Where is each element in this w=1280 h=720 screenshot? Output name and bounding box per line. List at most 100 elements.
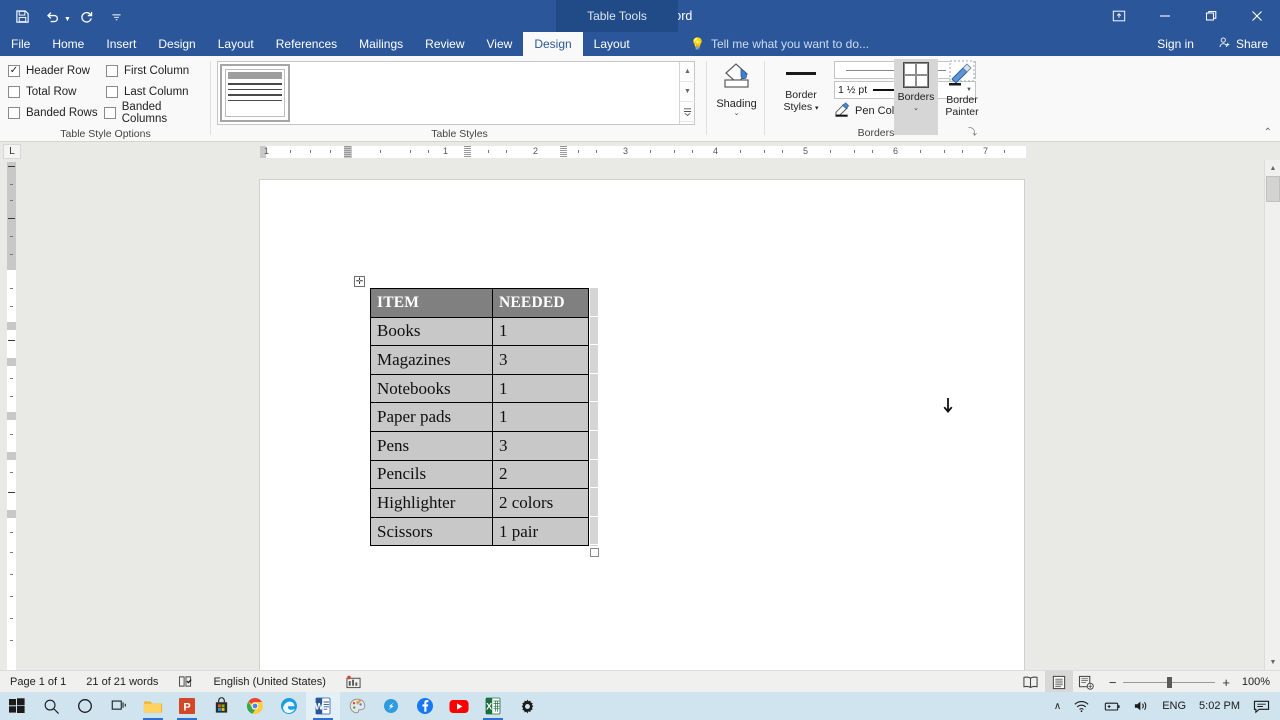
gallery-more-icon[interactable] [680, 102, 695, 122]
borders-dialog-launcher-icon[interactable]: ⤵ [968, 125, 977, 138]
minimize-button[interactable] [1142, 0, 1188, 32]
borders-button[interactable]: Borders ⌄ [894, 59, 938, 135]
document-page[interactable]: ✛ ITEM NEEDED Books 1 Magazines 3 Notebo… [260, 180, 1024, 670]
shopping-list-table[interactable]: ITEM NEEDED Books 1 Magazines 3 Notebook… [370, 288, 589, 547]
taskbar-app-blue[interactable] [374, 692, 408, 720]
borders-caret-icon[interactable]: ⌄ [913, 104, 919, 112]
volume-icon[interactable] [1128, 692, 1155, 720]
checkbox-first-column[interactable]: First Column [106, 64, 189, 77]
cell-item[interactable]: Pens [370, 430, 493, 461]
table-row[interactable]: Magazines 3 [370, 345, 589, 375]
checkbox-banded-rows[interactable]: Banded Rows [8, 106, 104, 119]
taskbar-facebook[interactable] [408, 692, 442, 720]
macro-recording-icon[interactable] [336, 675, 371, 689]
table-row[interactable]: Books 1 [370, 316, 589, 347]
ribbon-display-options-button[interactable] [1096, 0, 1142, 32]
cell-needed[interactable]: 2 [492, 459, 589, 490]
vertical-ruler[interactable] [4, 162, 18, 670]
tab-stop-selector[interactable]: L [3, 144, 21, 159]
border-styles-button[interactable]: Border Styles ▾ [772, 61, 830, 115]
zoom-slider-track[interactable] [1123, 676, 1216, 688]
tab-table-layout[interactable]: Layout [583, 32, 641, 56]
close-button[interactable] [1234, 0, 1280, 32]
taskbar-microsoft-store[interactable] [204, 692, 238, 720]
cell-item[interactable]: Paper pads [370, 402, 493, 432]
view-web-layout-button[interactable] [1073, 671, 1101, 693]
start-button[interactable] [0, 692, 34, 720]
zoom-slider[interactable]: − + [1101, 675, 1238, 690]
language-indicator[interactable]: English (United States) [203, 676, 336, 688]
shading-button[interactable]: Shading ⌄ [708, 60, 765, 117]
taskbar-microsoft-edge[interactable] [272, 692, 306, 720]
show-hidden-icons-button[interactable]: ∧ [1049, 692, 1066, 720]
scroll-up-icon[interactable]: ▲ [1265, 160, 1280, 176]
horizontal-ruler[interactable]: 1 1 2 3 4 5 6 7 [260, 146, 1026, 158]
cell-item[interactable]: Highlighter [370, 488, 493, 518]
cell-item[interactable]: Pencils [370, 459, 493, 490]
shading-caret-icon[interactable]: ⌄ [734, 109, 740, 117]
table-row[interactable]: Pens 3 [370, 430, 589, 461]
tab-mailings[interactable]: Mailings [348, 32, 414, 56]
cell-needed[interactable]: 1 [492, 316, 589, 347]
battery-icon[interactable] [1097, 692, 1126, 720]
checkbox-last-column[interactable]: Last Column [106, 85, 189, 98]
taskbar-microsoft-excel[interactable]: X [476, 692, 510, 720]
view-print-layout-button[interactable] [1044, 671, 1073, 693]
table-row[interactable]: Pencils 2 [370, 459, 589, 490]
table-move-handle[interactable]: ✛ [354, 276, 365, 287]
checkbox-total-row[interactable]: Total Row [8, 85, 106, 98]
word-count[interactable]: 21 of 21 words [76, 676, 168, 688]
table-styles-gallery[interactable]: ▲ ▼ [217, 61, 695, 125]
scroll-down-icon[interactable]: ▼ [1265, 654, 1280, 670]
table-row[interactable]: Paper pads 1 [370, 402, 589, 432]
tab-references[interactable]: References [265, 32, 348, 56]
table-resize-handle[interactable] [590, 548, 599, 558]
cell-needed[interactable]: 1 pair [492, 516, 589, 547]
tab-layout[interactable]: Layout [207, 32, 265, 56]
gallery-scroll-up-icon[interactable]: ▲ [680, 62, 695, 82]
taskbar-google-chrome[interactable] [238, 692, 272, 720]
table-styles-scrollbar[interactable]: ▲ ▼ [679, 62, 695, 124]
cell-needed[interactable]: 3 [492, 345, 589, 375]
language-indicator-tray[interactable]: ENG [1157, 692, 1191, 720]
action-center-icon[interactable] [1248, 692, 1280, 720]
table-style-thumbnail-table-grid[interactable] [220, 64, 290, 122]
column-header-needed[interactable]: NEEDED [492, 288, 589, 318]
tab-home[interactable]: Home [41, 32, 95, 56]
tab-file[interactable]: File [0, 32, 42, 56]
border-styles-caret-icon[interactable]: ▾ [815, 105, 819, 112]
checkbox-header-row[interactable]: ✓ Header Row [8, 64, 106, 77]
cell-needed[interactable]: 2 colors [492, 488, 589, 518]
taskbar-settings[interactable] [510, 692, 544, 720]
cell-item[interactable]: Scissors [370, 516, 493, 547]
tab-design[interactable]: Design [147, 32, 206, 56]
column-header-item[interactable]: ITEM [370, 288, 493, 318]
zoom-level[interactable]: 100% [1238, 676, 1280, 688]
cell-item[interactable]: Notebooks [370, 373, 493, 404]
view-read-mode-button[interactable] [1017, 671, 1045, 693]
taskbar-powerpoint[interactable]: P [170, 692, 204, 720]
table-row[interactable]: Scissors 1 pair [370, 516, 589, 547]
sign-in-button[interactable]: Sign in [1145, 32, 1206, 56]
table-row[interactable]: Highlighter 2 colors [370, 488, 589, 518]
task-view-button[interactable] [102, 692, 136, 720]
taskbar-microsoft-word[interactable]: W [306, 692, 340, 720]
page-indicator[interactable]: Page 1 of 1 [0, 676, 76, 688]
cell-item[interactable]: Books [370, 316, 493, 347]
cell-item[interactable]: Magazines [370, 345, 493, 375]
search-button[interactable] [34, 692, 68, 720]
cortana-button[interactable] [68, 692, 102, 720]
taskbar-youtube[interactable] [442, 692, 476, 720]
restore-button[interactable] [1188, 0, 1234, 32]
taskbar-paint[interactable] [340, 692, 374, 720]
table-row[interactable]: Notebooks 1 [370, 373, 589, 404]
vertical-scrollbar[interactable]: ▲ ▼ [1264, 160, 1280, 670]
cell-needed[interactable]: 3 [492, 430, 589, 461]
cell-needed[interactable]: 1 [492, 402, 589, 432]
collapse-ribbon-icon[interactable]: ⌃ [1264, 127, 1272, 138]
proofing-errors-icon[interactable] [168, 675, 203, 688]
zoom-out-button[interactable]: − [1109, 675, 1117, 690]
tab-table-design[interactable]: Design [523, 32, 583, 56]
taskbar-file-explorer[interactable] [136, 692, 170, 720]
tab-view[interactable]: View [476, 32, 524, 56]
